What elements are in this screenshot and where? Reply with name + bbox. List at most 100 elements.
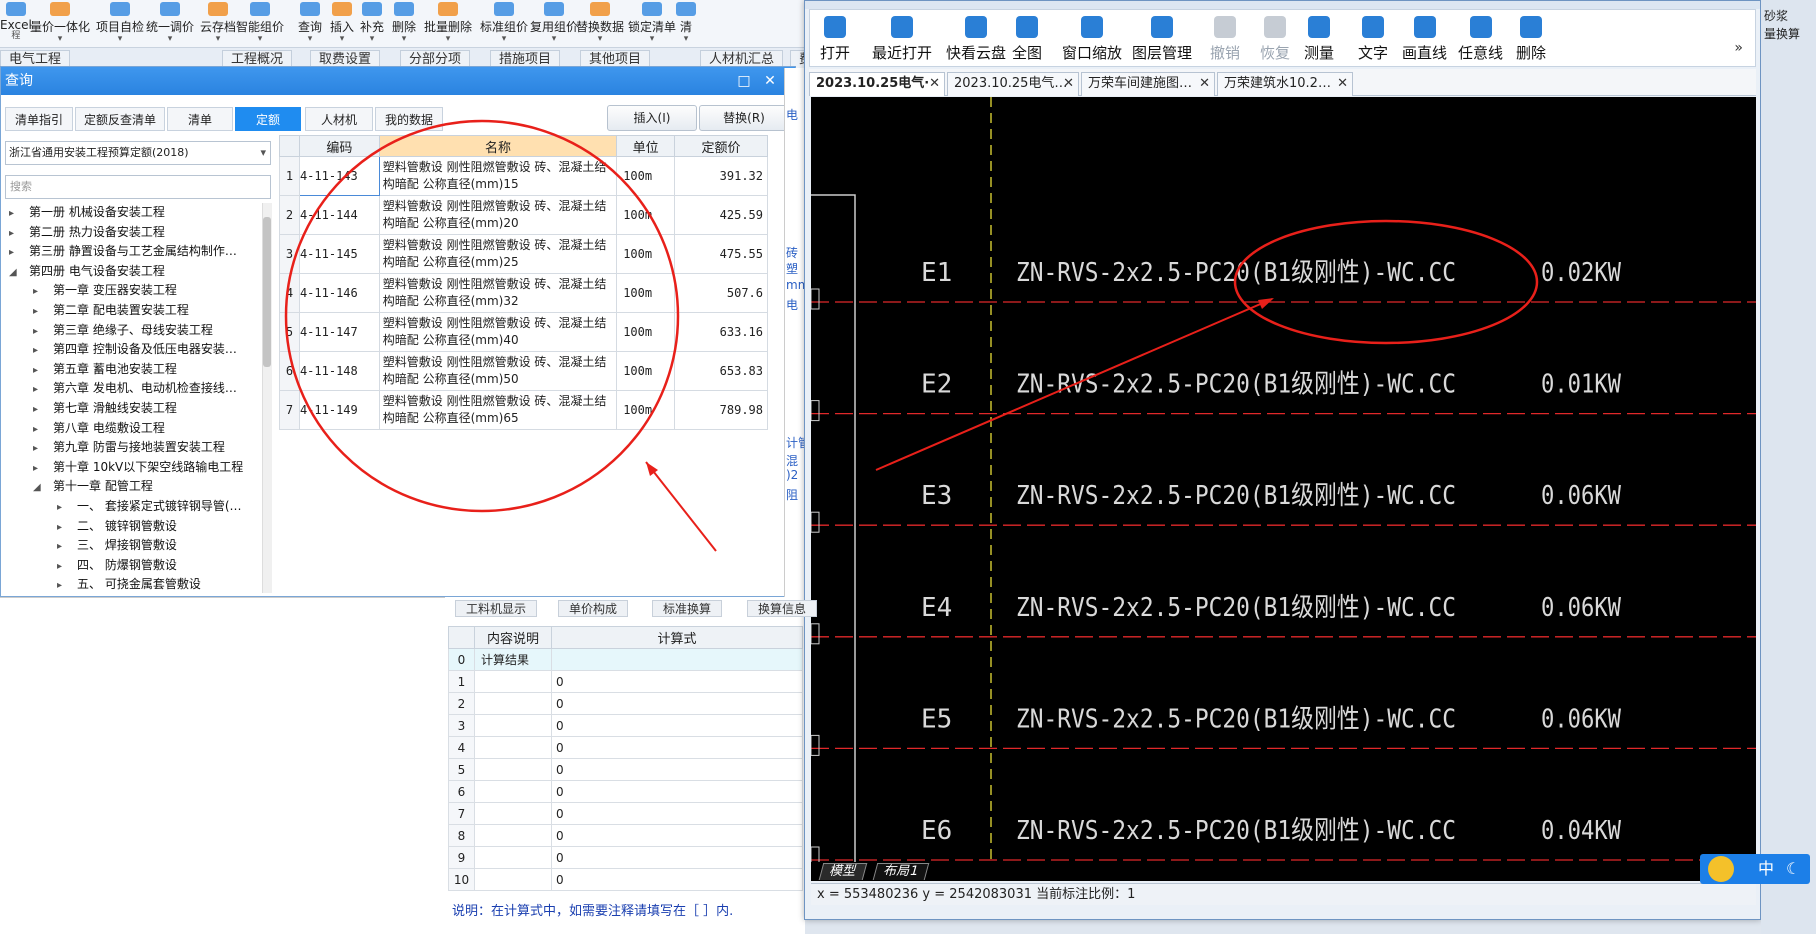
tree-item[interactable]: ▸ 一、 套接紧定式镀锌钢导管(… xyxy=(57,497,242,516)
query-tab[interactable]: 清单 xyxy=(167,107,233,131)
chevron-down-icon[interactable]: ◢ xyxy=(33,478,45,497)
calc-row[interactable]: 90 xyxy=(448,846,803,869)
tree-item[interactable]: ▸ 二、 镀锌钢管敷设 xyxy=(57,517,177,536)
tree-scroll-thumb[interactable] xyxy=(263,217,271,367)
tree-item[interactable]: ◢ 第四册 电气设备安装工程 xyxy=(9,262,165,281)
calc-formula-cell[interactable]: 0 xyxy=(551,692,803,715)
chevron-right-icon[interactable]: ▸ xyxy=(9,224,21,243)
table-row[interactable]: 6 4-11-148 塑料管敷设 刚性阻燃管敷设 砖、混凝土结构暗配 公称直径(mm… xyxy=(279,351,768,391)
calc-desc-cell[interactable] xyxy=(474,868,552,891)
chevron-right-icon[interactable]: ▸ xyxy=(57,576,69,593)
freehand-tool-button[interactable]: 任意线 xyxy=(1458,16,1503,66)
chevron-right-icon[interactable]: ▸ xyxy=(33,380,45,399)
calc-desc-cell[interactable] xyxy=(474,824,552,847)
toolbar-adjust-button[interactable]: 统一调价 ▾ xyxy=(146,0,194,46)
calc-row[interactable]: 80 xyxy=(448,824,803,847)
calc-desc-cell[interactable] xyxy=(474,846,552,869)
tree-item[interactable]: ▸ 四、 防爆钢管敷设 xyxy=(57,556,177,575)
chevron-right-icon[interactable]: ▸ xyxy=(9,243,21,262)
chevron-right-icon[interactable]: ▸ xyxy=(33,439,45,458)
toolbar-standard-button[interactable]: 标准组价 ▾ xyxy=(480,0,528,46)
table-row[interactable]: 5 4-11-147 塑料管敷设 刚性阻燃管敷设 砖、混凝土结构暗配 公称直径(mm… xyxy=(279,312,768,352)
tree-item[interactable]: ▸ 第二册 热力设备安装工程 xyxy=(9,223,165,242)
calc-row[interactable]: 30 xyxy=(448,714,803,737)
chevron-right-icon[interactable]: ▸ xyxy=(33,322,45,341)
calc-row[interactable]: 50 xyxy=(448,758,803,781)
query-tab[interactable]: 清单指引 xyxy=(5,107,73,131)
chevron-right-icon[interactable]: ▸ xyxy=(33,361,45,380)
tree-item[interactable]: ▸ 第十章 10kV以下架空线路输电工程 xyxy=(33,458,243,477)
query-tab[interactable]: 定额反查清单 xyxy=(75,107,165,131)
search-input[interactable]: 搜索 xyxy=(5,175,271,199)
folder-open-tool-button[interactable]: 打开 xyxy=(820,16,850,66)
tree-item[interactable]: ▸ 五、 可挠金属套管敷设 xyxy=(57,575,201,593)
cloud-drive-tool-button[interactable]: 快看云盘 xyxy=(946,16,1006,66)
chevron-right-icon[interactable]: ▸ xyxy=(57,557,69,576)
toolbar-insert-button[interactable]: 插入 ▾ xyxy=(330,0,354,46)
chevron-right-icon[interactable]: ▸ xyxy=(57,498,69,517)
toolbar-replace-button[interactable]: 替换数据 ▾ xyxy=(576,0,624,46)
calc-tab[interactable]: 标准换算 xyxy=(652,600,723,617)
zoom-window-tool-button[interactable]: 窗口缩放 xyxy=(1062,16,1122,66)
calc-desc-cell[interactable] xyxy=(474,736,552,759)
close-tab-icon[interactable]: ✕ xyxy=(1337,73,1348,95)
chevron-right-icon[interactable]: ▸ xyxy=(9,204,21,223)
calc-formula-cell[interactable]: 0 xyxy=(551,824,803,847)
calc-row[interactable]: 60 xyxy=(448,780,803,803)
calc-desc-cell[interactable] xyxy=(474,758,552,781)
calc-formula-cell[interactable]: 0 xyxy=(551,846,803,869)
calc-formula-cell[interactable]: 0 xyxy=(551,802,803,825)
table-row[interactable]: 1 4-11-143 塑料管敷设 刚性阻燃管敷设 砖、混凝土结构暗配 公称直径(mm… xyxy=(279,156,768,196)
calc-formula-cell[interactable]: 0 xyxy=(551,670,803,693)
toolbar-lock-button[interactable]: 锁定清单 ▾ xyxy=(628,0,676,46)
calc-formula-cell[interactable]: 0 xyxy=(551,714,803,737)
close-tab-icon[interactable]: ✕ xyxy=(1199,73,1210,95)
layout-tab[interactable]: 模型 xyxy=(818,863,868,880)
chevron-right-icon[interactable]: ▸ xyxy=(33,459,45,478)
calc-row[interactable]: 10 xyxy=(448,670,803,693)
tree-item[interactable]: ▸ 第四章 控制设备及低压电器安装… xyxy=(33,340,237,359)
toolbar-price-button[interactable]: 量价一体化 ▾ xyxy=(30,0,90,46)
tree-item[interactable]: ▸ 第一章 变压器安装工程 xyxy=(33,281,177,300)
right-toolbar-label-2[interactable]: 量换算 xyxy=(1764,26,1800,42)
calc-formula-cell[interactable]: 0 xyxy=(551,736,803,759)
drawing-tab[interactable]: 2023.10.25电气· ✕ xyxy=(809,72,945,96)
calc-desc-cell[interactable] xyxy=(474,802,552,825)
chevron-right-icon[interactable]: ▸ xyxy=(57,518,69,537)
drawing-tab[interactable]: 2023.10.25电气… ✕ xyxy=(947,72,1079,96)
tree-item[interactable]: ▸ 三、 焊接钢管敷设 xyxy=(57,536,177,555)
toolbar-check-button[interactable]: 项目自检 ▾ xyxy=(96,0,144,46)
fit-all-tool-button[interactable]: 全图 xyxy=(1012,16,1042,66)
undo-tool-button[interactable]: 撤销 xyxy=(1210,16,1240,66)
table-row[interactable]: 7 4-11-149 塑料管敷设 刚性阻燃管敷设 砖、混凝土结构暗配 公称直径(mm… xyxy=(279,390,768,430)
layout-tab[interactable]: 布局1 xyxy=(872,863,930,880)
calc-row[interactable]: 10 0 xyxy=(448,868,803,891)
calc-formula-cell[interactable]: 0 xyxy=(551,758,803,781)
table-row[interactable]: 4 4-11-146 塑料管敷设 刚性阻燃管敷设 砖、混凝土结构暗配 公称直径(mm… xyxy=(279,273,768,313)
toolbar-delete-button[interactable]: 删除 ▾ xyxy=(392,0,416,46)
calc-desc-cell[interactable] xyxy=(474,692,552,715)
line-tool-button[interactable]: 画直线 xyxy=(1402,16,1447,66)
drawing-tab[interactable]: 万荣车间建施图… ✕ xyxy=(1081,72,1215,96)
toolbar-batch-delete-button[interactable]: 批量删除 ▾ xyxy=(424,0,472,46)
calc-formula-cell[interactable]: 0 xyxy=(551,868,803,891)
toolbar-clear-button[interactable]: 清 ▾ xyxy=(676,0,696,46)
calc-row[interactable]: 20 xyxy=(448,692,803,715)
right-toolbar-label-1[interactable]: 砂浆 xyxy=(1764,8,1788,24)
replace-button[interactable]: 替换(R) xyxy=(699,105,789,131)
calc-row[interactable]: 70 xyxy=(448,802,803,825)
layers-tool-button[interactable]: 图层管理 xyxy=(1132,16,1192,66)
calc-result-value[interactable] xyxy=(551,648,803,671)
calc-tab[interactable]: 单价构成 xyxy=(558,600,629,617)
close-tab-icon[interactable]: ✕ xyxy=(1063,73,1074,95)
tree-item[interactable]: ▸ 第九章 防雷与接地装置安装工程 xyxy=(33,438,225,457)
close-tab-icon[interactable]: ✕ xyxy=(929,73,940,95)
chevron-right-icon[interactable]: ▸ xyxy=(33,282,45,301)
calc-formula-cell[interactable]: 0 xyxy=(551,780,803,803)
maximize-icon[interactable]: □ xyxy=(735,71,753,91)
eraser-tool-button[interactable]: 删除 xyxy=(1516,16,1546,66)
tree-item[interactable]: ▸ 第五章 蓄电池安装工程 xyxy=(33,360,177,379)
cad-canvas[interactable]: E1 ZN-RVS-2x2.5-PC20(B1级刚性)-WC.CC 0.02KW E2… xyxy=(811,97,1756,862)
tree-item[interactable]: ▸ 第八章 电缆敷设工程 xyxy=(33,419,165,438)
ime-indicator[interactable]: 中 ☾ xyxy=(1700,854,1810,884)
